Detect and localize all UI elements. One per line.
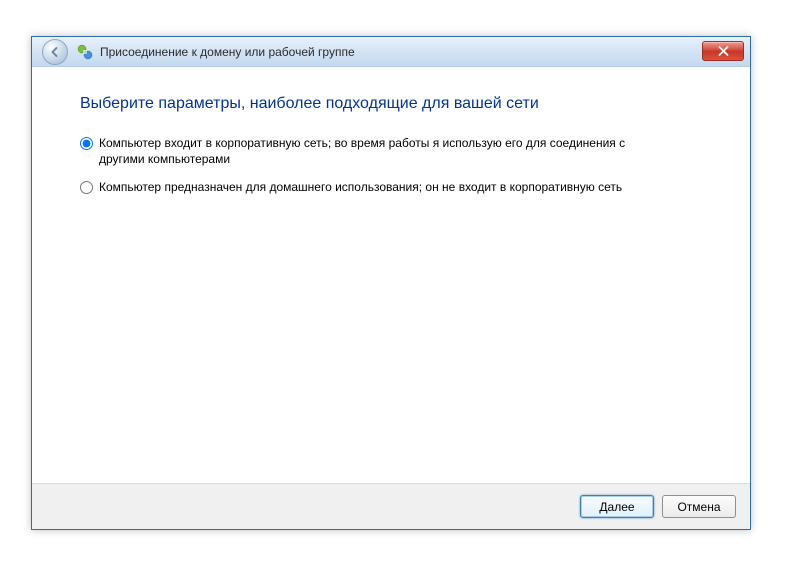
- titlebar: Присоединение к домену или рабочей групп…: [32, 37, 750, 67]
- wizard-icon: [76, 43, 94, 61]
- button-bar: Далее Отмена: [32, 483, 750, 529]
- wizard-window: Присоединение к домену или рабочей групп…: [31, 36, 751, 530]
- titlebar-text: Присоединение к домену или рабочей групп…: [100, 45, 355, 59]
- close-button[interactable]: [702, 41, 744, 61]
- back-button[interactable]: [42, 39, 68, 65]
- option-home-label: Компьютер предназначен для домашнего исп…: [99, 179, 622, 195]
- option-home[interactable]: Компьютер предназначен для домашнего исп…: [80, 179, 702, 195]
- cancel-button[interactable]: Отмена: [662, 495, 736, 518]
- next-button[interactable]: Далее: [580, 495, 654, 518]
- close-icon: [718, 46, 729, 56]
- page-title: Выберите параметры, наиболее подходящие …: [80, 95, 702, 113]
- content-area: Выберите параметры, наиболее подходящие …: [32, 67, 750, 196]
- option-corporate-label: Компьютер входит в корпоративную сеть; в…: [99, 135, 659, 167]
- radio-corporate[interactable]: [80, 137, 93, 150]
- back-arrow-icon: [48, 45, 62, 59]
- option-corporate[interactable]: Компьютер входит в корпоративную сеть; в…: [80, 135, 702, 167]
- radio-home[interactable]: [80, 181, 93, 194]
